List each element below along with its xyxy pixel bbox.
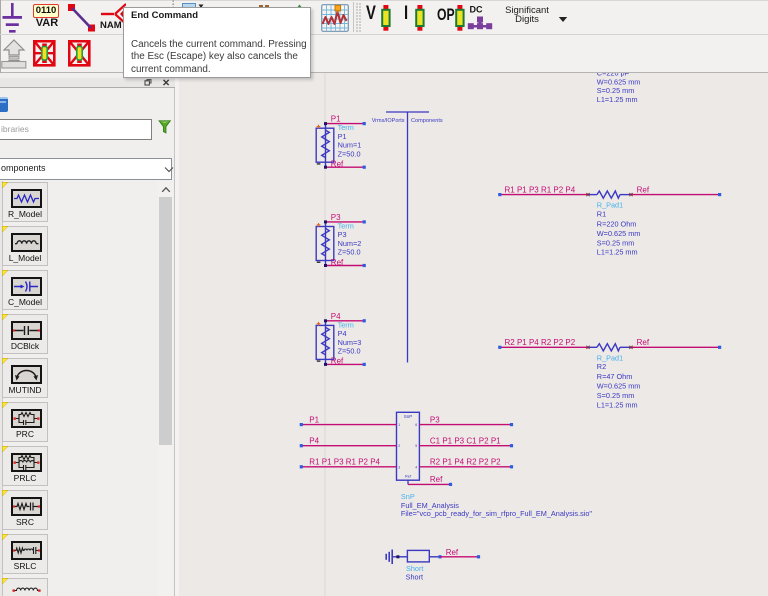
svg-text:5: 5	[415, 444, 417, 448]
svg-text:Num=2: Num=2	[338, 239, 362, 248]
svg-text:P1: P1	[309, 416, 319, 425]
svg-text:Ref: Ref	[331, 258, 344, 267]
svg-text:SnP: SnP	[404, 414, 413, 419]
svg-text:SnP: SnP	[401, 492, 415, 501]
svg-text:Z=50.0: Z=50.0	[338, 149, 361, 158]
svg-text:R2: R2	[597, 362, 606, 371]
svg-text:R_Pad1: R_Pad1	[597, 201, 623, 210]
svg-text:W=0.625 mm: W=0.625 mm	[597, 229, 641, 238]
svg-text:Num=3: Num=3	[338, 338, 362, 347]
svg-text:Term: Term	[338, 123, 354, 132]
svg-text:P3: P3	[338, 230, 347, 239]
svg-text:R=47 Ohm: R=47 Ohm	[597, 372, 633, 381]
svg-text:2: 2	[398, 444, 400, 448]
svg-text:C1 P1 P3 C1 P2 P1: C1 P1 P3 C1 P2 P1	[430, 437, 501, 446]
svg-text:File="vco_pcb_ready_for_sim_rf: File="vco_pcb_ready_for_sim_rfpro_Full_E…	[401, 509, 593, 518]
svg-text:S=0.25 mm: S=0.25 mm	[597, 238, 635, 247]
svg-text:3: 3	[398, 465, 400, 469]
svg-text:L1=1.25 mm: L1=1.25 mm	[597, 95, 638, 104]
svg-text:1: 1	[398, 423, 400, 427]
svg-text:L1=1.25 mm: L1=1.25 mm	[597, 248, 638, 257]
svg-text:Ref: Ref	[637, 338, 650, 347]
svg-text:S=0.25 mm: S=0.25 mm	[597, 391, 635, 400]
svg-text:R1 P1 P3 R1 P2 P4: R1 P1 P3 R1 P2 P4	[309, 458, 380, 467]
svg-text:Ref: Ref	[331, 357, 344, 366]
svg-text:Ref: Ref	[446, 548, 459, 557]
svg-text:Z=50.0: Z=50.0	[338, 347, 361, 356]
svg-text:R1 P1 P3 R1 P2 P4: R1 P1 P3 R1 P2 P4	[505, 185, 576, 194]
svg-text:Components: Components	[411, 118, 443, 124]
svg-text:Z=50.0: Z=50.0	[338, 248, 361, 257]
svg-text:P4: P4	[338, 329, 347, 338]
svg-text:R_Pad1: R_Pad1	[597, 353, 623, 362]
svg-text:Term: Term	[338, 320, 354, 329]
svg-text:Term: Term	[338, 222, 354, 231]
svg-text:Ref: Ref	[637, 185, 650, 194]
svg-text:L1=1.25 mm: L1=1.25 mm	[597, 400, 638, 409]
svg-text:R2 P1 P4 R2 P2 P2: R2 P1 P4 R2 P2 P2	[505, 338, 576, 347]
svg-text:DC: DC	[470, 5, 483, 15]
svg-text:S=0.25 mm: S=0.25 mm	[597, 86, 635, 95]
svg-text:W=0.625 mm: W=0.625 mm	[597, 77, 641, 86]
svg-text:P1: P1	[338, 132, 347, 141]
svg-text:R=220 Ohm: R=220 Ohm	[597, 220, 637, 229]
svg-text:6: 6	[415, 423, 417, 427]
svg-text:R1: R1	[597, 209, 606, 218]
svg-text:Num=1: Num=1	[338, 141, 362, 150]
svg-text:Ref: Ref	[405, 474, 412, 479]
svg-text:Ref: Ref	[430, 475, 443, 484]
svg-text:Short: Short	[406, 573, 423, 582]
svg-text:R2 P1 P4 R2 P2 P2: R2 P1 P4 R2 P2 P2	[430, 458, 501, 467]
svg-text:W=0.625 mm: W=0.625 mm	[597, 382, 641, 391]
svg-text:4: 4	[415, 465, 417, 469]
svg-text:P3: P3	[430, 416, 440, 425]
svg-text:Ref: Ref	[331, 160, 344, 169]
svg-text:Vrms/IOPorts: Vrms/IOPorts	[372, 118, 405, 124]
svg-text:P4: P4	[309, 437, 319, 446]
